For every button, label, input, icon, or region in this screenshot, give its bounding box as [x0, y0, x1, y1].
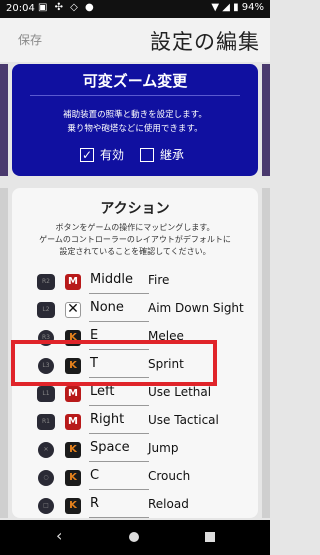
enabled-label: 有効	[100, 148, 125, 162]
divider	[30, 95, 240, 96]
action-row[interactable]: R2 M Middle Fire	[12, 268, 258, 296]
left-panel-edge	[0, 64, 8, 176]
save-button[interactable]: 保存	[18, 31, 42, 48]
check-icon[interactable]: ✓	[80, 147, 94, 162]
key-binding[interactable]: R	[90, 496, 99, 511]
action-name: Use Lethal	[148, 385, 212, 399]
zoom-card-title: 可変ズーム変更	[82, 72, 188, 90]
none-icon[interactable]: ✕	[65, 302, 81, 318]
app-header: 保存 設定の編集	[0, 18, 270, 62]
zoom-desc-line: 補助装置の照準と動きを設定します。	[63, 110, 207, 120]
gamepad-button-icon: R2	[37, 274, 55, 290]
keyboard-icon[interactable]: K	[65, 470, 81, 486]
gamepad-button-icon: R1	[37, 414, 55, 430]
clock: 20:04	[6, 3, 35, 14]
gamepad-button-icon: ○	[38, 470, 54, 486]
right-panel-edge	[262, 64, 270, 176]
mouse-icon[interactable]: M	[65, 386, 81, 402]
back-icon[interactable]: ‹	[56, 526, 62, 545]
home-icon[interactable]	[129, 532, 139, 542]
key-binding[interactable]: Space	[90, 440, 130, 455]
underline	[89, 433, 149, 434]
key-binding[interactable]: Right	[90, 412, 124, 427]
keyboard-icon[interactable]: K	[65, 442, 81, 458]
underline	[89, 461, 149, 462]
action-row[interactable]: ○ K C Crouch	[12, 464, 258, 492]
zoom-card-description: 補助装置の照準と動きを設定します。 乗り物や砲塔などに使用できます。	[12, 108, 258, 136]
underline	[89, 517, 149, 518]
action-name: Fire	[148, 273, 170, 287]
action-desc-line: ゲームのコントローラーのレイアウトがデフォルトに	[39, 235, 231, 244]
action-desc-line: 設定されていることを確認してください。	[59, 247, 211, 256]
action-row[interactable]: □ K R Reload	[12, 492, 258, 520]
left-panel-edge-lower	[0, 188, 8, 518]
key-binding[interactable]: Middle	[90, 272, 133, 287]
variable-zoom-card: 可変ズーム変更 補助装置の照準と動きを設定します。 乗り物や砲塔などに使用できま…	[12, 64, 258, 176]
mouse-icon[interactable]: M	[65, 274, 81, 290]
action-name: Crouch	[148, 469, 191, 483]
action-desc-line: ボタンをゲームの操作にマッピングします。	[55, 223, 215, 232]
action-card-title: アクション	[100, 201, 170, 217]
action-card-description: ボタンをゲームの操作にマッピングします。 ゲームのコントローラーのレイアウトがデ…	[12, 222, 258, 258]
nav-bar: ‹	[0, 520, 270, 555]
action-name: Reload	[148, 497, 189, 511]
page-title: 設定の編集	[150, 30, 260, 54]
zoom-desc-line: 乗り物や砲塔などに使用できます。	[67, 124, 203, 134]
gamepad-button-icon: ✕	[38, 442, 54, 458]
enabled-checkbox[interactable]: ✓ 有効	[80, 146, 124, 163]
key-binding[interactable]: C	[90, 468, 99, 483]
underline	[89, 293, 149, 294]
action-name: Aim Down Sight	[148, 301, 244, 315]
recents-icon[interactable]	[205, 532, 215, 542]
gamepad-button-icon: L2	[37, 302, 55, 318]
status-bar: 20:04 ▣ ✣ ◇ ● ▼ ◢ ▮ 94%	[0, 0, 270, 18]
underline	[89, 489, 149, 490]
underline	[89, 405, 149, 406]
action-row[interactable]: L2 ✕ None Aim Down Sight	[12, 296, 258, 324]
notification-icons: ▣ ✣ ◇ ●	[38, 2, 96, 13]
action-row[interactable]: R1 M Right Use Tactical	[12, 408, 258, 436]
right-panel-edge-lower	[262, 188, 270, 518]
keyboard-icon[interactable]: K	[65, 498, 81, 514]
mouse-icon[interactable]: M	[65, 414, 81, 430]
action-name: Jump	[148, 441, 179, 455]
action-row[interactable]: ✕ K Space Jump	[12, 436, 258, 464]
gamepad-button-icon: L1	[37, 386, 55, 402]
key-binding[interactable]: None	[90, 300, 124, 315]
highlight-box	[11, 340, 217, 386]
key-binding[interactable]: Left	[90, 384, 114, 399]
gamepad-button-icon: □	[38, 498, 54, 514]
checkbox-empty-icon[interactable]	[140, 147, 154, 162]
battery-level: 94%	[241, 2, 264, 13]
system-icons: ▼ ◢ ▮ 94%	[211, 2, 264, 13]
underline	[89, 321, 149, 322]
inherit-label: 継承	[160, 148, 185, 162]
inherit-checkbox[interactable]: 継承	[140, 146, 184, 163]
action-name: Use Tactical	[148, 413, 219, 427]
